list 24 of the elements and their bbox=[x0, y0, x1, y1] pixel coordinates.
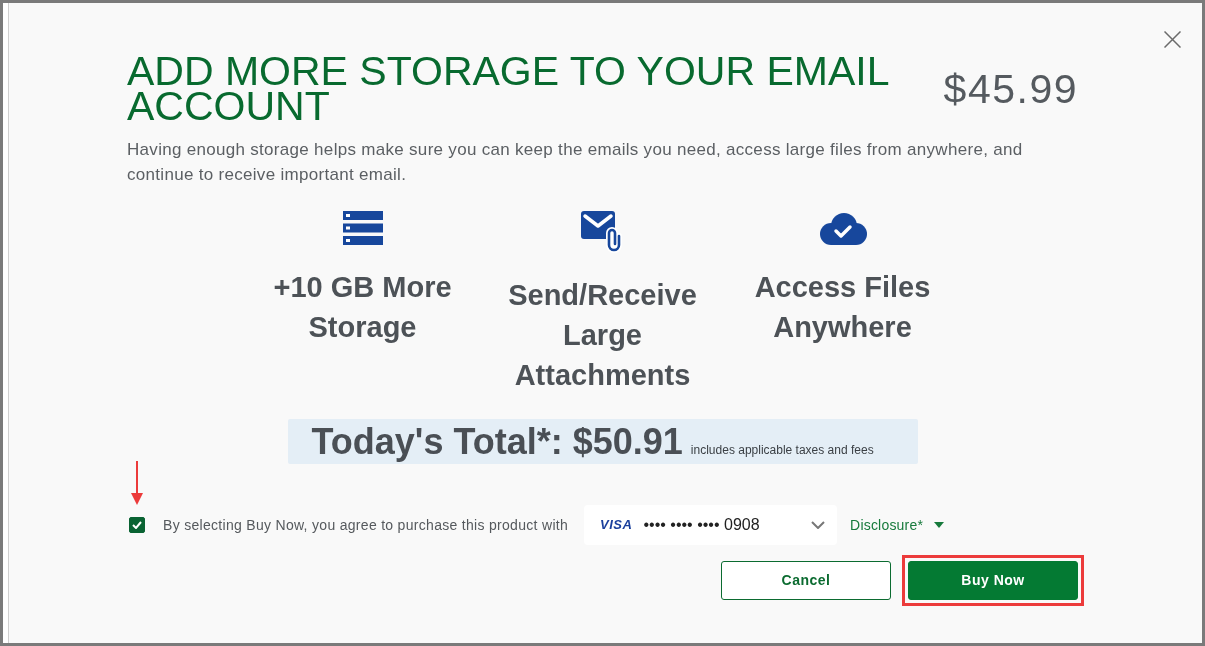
feature-label: Access Files Anywhere bbox=[753, 270, 932, 345]
card-number: •••• •••• •••• 0908 bbox=[643, 515, 760, 535]
total-note: includes applicable taxes and fees bbox=[690, 442, 874, 459]
total-amount: Today's Total*: $50.91 bbox=[311, 420, 683, 464]
cancel-button[interactable]: Cancel bbox=[721, 561, 891, 600]
consent-text: By selecting Buy Now, you agree to purchase this product with bbox=[163, 515, 569, 535]
payment-card-select[interactable]: VISA •••• •••• •••• 0908 bbox=[584, 505, 838, 545]
buy-now-button[interactable]: Buy Now bbox=[908, 561, 1078, 600]
server-stack-icon bbox=[342, 211, 383, 245]
feature-label: +10 GB More Storage bbox=[272, 270, 453, 345]
chevron-down-icon bbox=[811, 521, 826, 529]
description: Having enough storage helps make sure you can keep the emails you need, access large files from anywhere, and continue to receive important email. bbox=[127, 139, 1024, 186]
card-brand: VISA bbox=[600, 516, 633, 535]
feature-label: Send/Receive Large Attachments bbox=[507, 278, 698, 393]
close-button[interactable] bbox=[1164, 31, 1181, 48]
checkbox[interactable] bbox=[129, 517, 145, 533]
close-icon bbox=[1164, 31, 1181, 48]
price: $45.99 bbox=[943, 65, 1078, 113]
checkmark-icon bbox=[132, 521, 142, 529]
envelope-paperclip-icon bbox=[580, 211, 625, 253]
disclosure-link[interactable]: Disclosure* bbox=[850, 514, 945, 536]
cloud-check-icon bbox=[818, 213, 867, 245]
caret-down-icon bbox=[934, 522, 945, 528]
dialog-title: ADD MORE STORAGE TO YOUR EMAIL ACCOUNT bbox=[127, 54, 890, 124]
